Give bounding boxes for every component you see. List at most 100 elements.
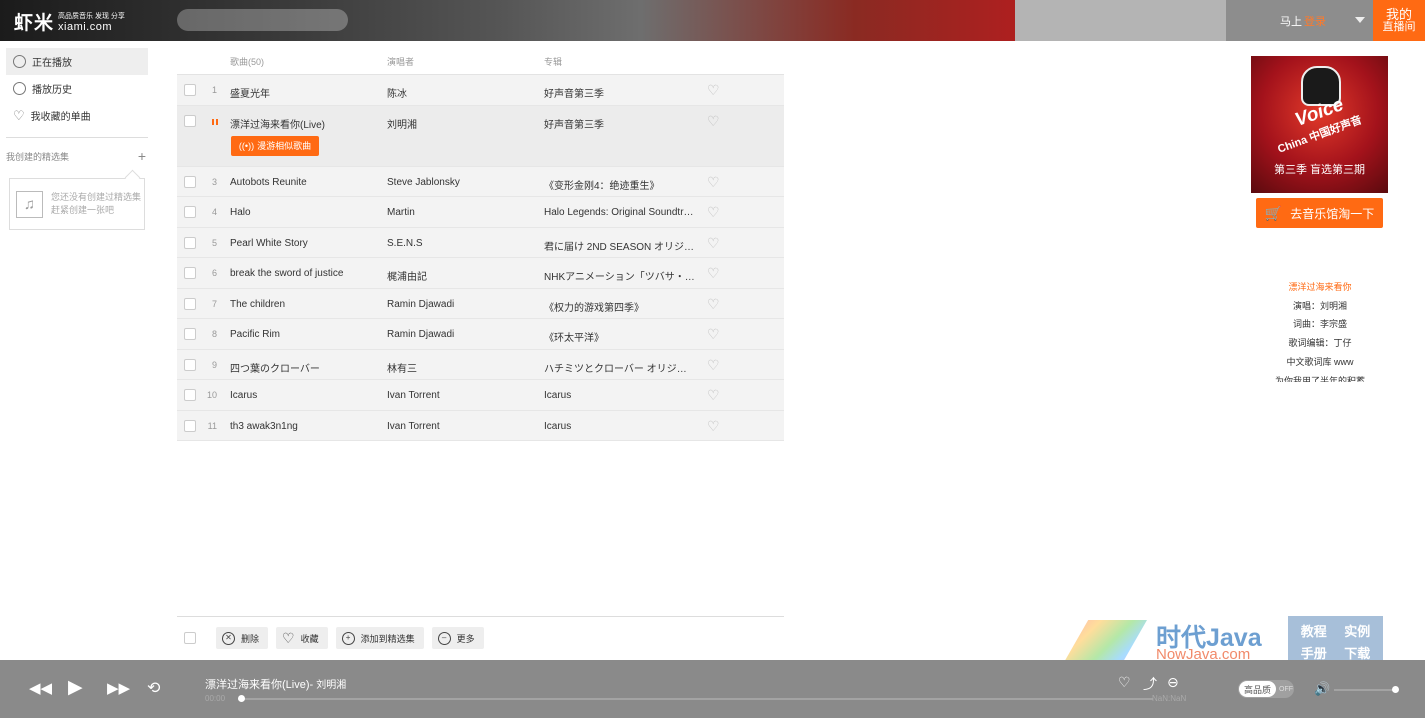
song-artist[interactable]: 陈冰 [387,85,537,100]
progress-bar[interactable] [238,695,1153,702]
list-toolbar: ✕ 删除 ♡ 收藏 + 添加到精选集 – 更多 [177,627,484,649]
row-checkbox[interactable] [184,389,196,401]
row-checkbox[interactable] [184,297,196,310]
table-row[interactable]: 3 Autobots Reunite Steve Jablonsky 《变形金刚… [177,166,784,197]
more-button[interactable]: – 更多 [431,627,484,649]
heart-icon[interactable]: ♡ [707,358,720,372]
heart-icon: ♡ [282,629,295,646]
search-input[interactable] [177,9,348,31]
song-album[interactable]: 好声音第三季 [544,85,696,100]
song-album[interactable]: 《变形金刚4：绝迹重生》 [544,177,696,192]
heart-icon[interactable]: ♡ [1118,674,1131,691]
song-artist[interactable]: 林有三 [387,360,537,375]
album-cover[interactable]: Voice China 中国好声音 第三季 盲选第三期 [1251,56,1388,193]
heart-icon[interactable]: ♡ [707,327,720,341]
share-icon[interactable]: ⤴ [1143,674,1157,694]
song-album[interactable]: ハチミツとクローバー オリジナルサウ [544,360,696,375]
song-album[interactable]: 好声音第三季 [544,116,696,131]
row-checkbox[interactable] [184,267,196,279]
song-title[interactable]: 盛夏光年 [230,85,380,100]
song-album[interactable]: 《权力的游戏第四季》 [544,299,696,314]
row-checkbox[interactable] [184,358,196,371]
song-artist[interactable]: Steve Jablonsky [387,177,537,188]
song-album[interactable]: 《环太平洋》 [544,329,696,344]
song-title[interactable]: 四つ葉のクローバー [230,360,380,375]
song-artist[interactable]: Ivan Torrent [387,390,537,401]
high-quality-toggle[interactable]: 高品质 OFF [1238,680,1294,698]
song-title[interactable]: Pearl White Story [230,238,380,249]
previous-icon[interactable]: ◀◀ [29,680,52,698]
heart-icon[interactable]: ♡ [707,114,720,128]
table-row[interactable]: 9 四つ葉のクローバー 林有三 ハチミツとクローバー オリジナルサウ ♡ [177,349,784,380]
now-playing-artist[interactable]: 刘明湘 [316,680,346,691]
song-title[interactable]: break the sword of justice [230,268,380,279]
song-artist[interactable]: Ivan Torrent [387,421,537,432]
chevron-down-icon[interactable] [1355,17,1365,23]
song-album[interactable]: 君に届け 2ND SEASON オリジナル・ [544,238,696,253]
sidebar-item-now-playing[interactable]: 正在播放 [6,48,148,75]
song-title[interactable]: The children [230,299,380,310]
song-title[interactable]: Pacific Rim [230,329,380,340]
heart-icon[interactable]: ♡ [707,266,720,280]
plus-icon[interactable]: + [138,148,146,164]
row-checkbox[interactable] [184,206,196,218]
sidebar-item-history[interactable]: 播放历史 [6,75,148,102]
select-all-checkbox[interactable] [184,632,196,644]
song-album[interactable]: Halo Legends: Original Soundtrack [544,207,696,218]
heart-icon[interactable]: ♡ [707,388,720,402]
table-row[interactable]: 4 Halo Martin Halo Legends: Original Sou… [177,197,784,228]
table-row[interactable]: 11 th3 awak3n1ng Ivan Torrent Icarus ♡ [177,410,784,441]
table-row[interactable]: 5 Pearl White Story S.E.N.S 君に届け 2ND SEA… [177,227,784,258]
table-row-playing[interactable]: 漂洋过海来看你(Live) 刘明湘 好声音第三季 ♡ ((•)) 漫游相似歌曲 [177,105,784,167]
login-link[interactable]: 登录 [1304,13,1326,29]
repeat-icon[interactable]: ⟲ [147,680,160,698]
similar-songs-button[interactable]: ((•)) 漫游相似歌曲 [231,135,319,156]
row-checkbox[interactable] [184,328,196,340]
heart-icon[interactable]: ♡ [707,205,720,219]
song-artist[interactable]: S.E.N.S [387,238,537,249]
delete-button[interactable]: ✕ 删除 [216,627,269,649]
song-title[interactable]: Icarus [230,390,380,401]
volume-handle[interactable] [1392,686,1399,693]
song-title[interactable]: th3 awak3n1ng [230,421,380,432]
song-title[interactable]: Autobots Reunite [230,177,380,188]
more-icon[interactable]: ⊖ [1167,674,1179,691]
table-row[interactable]: 8 Pacific Rim Ramin Djawadi 《环太平洋》 ♡ [177,319,784,350]
volume-icon[interactable]: 🔊 [1314,681,1330,697]
song-artist[interactable]: Ramin Djawadi [387,299,537,310]
song-title[interactable]: 漂洋过海来看你(Live) [230,116,380,131]
heart-icon[interactable]: ♡ [707,175,720,189]
heart-icon[interactable]: ♡ [707,83,720,97]
table-row[interactable]: 10 Icarus Ivan Torrent Icarus ♡ [177,380,784,411]
my-live-button[interactable]: 我的 直播间 [1373,0,1425,41]
heart-icon[interactable]: ♡ [707,419,720,433]
volume-slider[interactable] [1334,686,1399,693]
buy-music-button[interactable]: 🛒 去音乐馆淘一下 [1256,198,1383,228]
progress-handle[interactable] [238,695,245,702]
song-album[interactable]: Icarus [544,421,696,432]
song-artist[interactable]: Ramin Djawadi [387,329,537,340]
xiami-logo[interactable]: 虾米 高品质音乐 发现 分享 xiami.com [14,8,125,35]
song-album[interactable]: Icarus [544,390,696,401]
row-checkbox[interactable] [184,175,196,188]
song-artist[interactable]: 刘明湘 [387,116,537,131]
next-icon[interactable]: ▶▶ [107,680,130,698]
song-artist[interactable]: 梶浦由記 [387,268,537,283]
heart-icon[interactable]: ♡ [707,236,720,250]
sidebar-item-favorites[interactable]: ♡ 我收藏的单曲 [6,102,148,129]
add-to-collection-button[interactable]: + 添加到精选集 [335,627,424,649]
heart-icon[interactable]: ♡ [707,297,720,311]
table-row[interactable]: 1 盛夏光年 陈冰 好声音第三季 ♡ [177,75,784,106]
collect-button[interactable]: ♡ 收藏 [276,627,328,649]
song-album[interactable]: NHKアニメーション「ツバサ・クロニ [544,268,696,283]
row-checkbox[interactable] [184,84,196,96]
song-title[interactable]: Halo [230,207,380,218]
row-checkbox[interactable] [184,419,196,432]
user-menu[interactable]: 马上 登录 [1226,0,1373,41]
row-checkbox[interactable] [184,236,196,249]
play-icon[interactable]: ▶ [68,678,83,697]
row-checkbox[interactable] [184,114,196,127]
song-artist[interactable]: Martin [387,207,537,218]
table-row[interactable]: 6 break the sword of justice 梶浦由記 NHKアニメ… [177,258,784,289]
table-row[interactable]: 7 The children Ramin Djawadi 《权力的游戏第四季》 … [177,288,784,319]
